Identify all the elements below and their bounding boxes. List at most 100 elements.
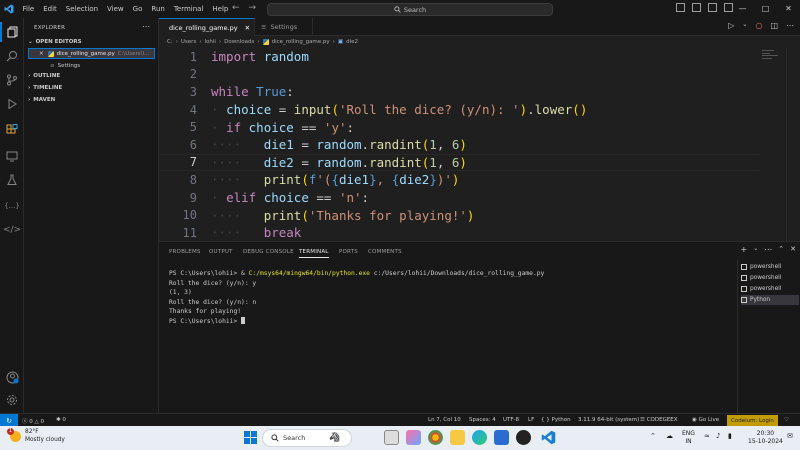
timeline-section[interactable]: › TIMELINE bbox=[28, 85, 62, 91]
menu-file[interactable]: File bbox=[18, 5, 39, 13]
terminal-instance[interactable]: powershell bbox=[741, 273, 799, 283]
breadcrumb-users[interactable]: Users bbox=[181, 39, 196, 45]
command-search-box[interactable]: Search bbox=[267, 3, 553, 16]
more-editor-actions-icon[interactable]: ⋯ bbox=[786, 21, 794, 30]
explorer-icon[interactable] bbox=[0, 22, 24, 42]
indentation-status[interactable]: Spaces: 4 bbox=[469, 417, 496, 423]
more-panel-actions-icon[interactable]: ⋯ bbox=[764, 245, 772, 254]
show-hidden-icons[interactable]: ⌃ bbox=[650, 432, 656, 441]
terminal-output[interactable]: PS C:\Users\lohii> & C:/msys64/mingw64/b… bbox=[169, 269, 544, 327]
clock[interactable]: 20:30 15-10-2024 bbox=[748, 430, 783, 445]
tab-ports[interactable]: PORTS bbox=[339, 249, 358, 255]
breadcrumb-user[interactable]: lohii bbox=[205, 39, 216, 45]
toggle-panel-icon[interactable] bbox=[692, 3, 701, 12]
problems-status[interactable]: ⓧ 0 △ 0 bbox=[22, 417, 44, 425]
code-icon[interactable]: </> bbox=[0, 220, 24, 240]
close-icon[interactable]: ✕ bbox=[777, 0, 800, 18]
file-explorer-icon[interactable] bbox=[450, 430, 465, 445]
edge-icon[interactable] bbox=[472, 430, 487, 445]
code-editor[interactable]: 1 import random 2 3 while True: 4 · choi… bbox=[159, 48, 800, 241]
run-dropdown-icon[interactable]: ⌄ bbox=[742, 21, 747, 30]
tab-settings[interactable]: ≡ Settings bbox=[255, 18, 313, 36]
language-indicator[interactable]: ENG IN bbox=[682, 430, 695, 445]
tab-problems[interactable]: PROBLEMS bbox=[169, 249, 201, 255]
encoding-status[interactable]: UTF-8 bbox=[503, 417, 519, 423]
vscode-taskbar-icon[interactable] bbox=[541, 430, 556, 445]
breadcrumb-file[interactable]: dice_rolling_game.py bbox=[272, 39, 330, 45]
tab-comments[interactable]: COMMENTS bbox=[368, 249, 402, 255]
taskbar-search[interactable]: Search 🦓 bbox=[262, 429, 352, 447]
chrome-icon[interactable] bbox=[428, 430, 443, 445]
maximize-panel-icon[interactable]: ⌃ bbox=[778, 245, 784, 254]
remote-explorer-icon[interactable] bbox=[0, 146, 24, 166]
volume-icon[interactable]: ♪ bbox=[716, 432, 720, 441]
tab-output[interactable]: OUTPUT bbox=[209, 249, 233, 255]
menu-view[interactable]: View bbox=[103, 5, 129, 13]
menu-selection[interactable]: Selection bbox=[61, 5, 102, 13]
close-editor-icon[interactable]: ✕ bbox=[39, 51, 44, 57]
forward-arrow-icon[interactable]: → bbox=[249, 3, 257, 13]
tab-terminal[interactable]: TERMINAL bbox=[299, 249, 329, 258]
run-debug-icon[interactable] bbox=[0, 94, 24, 114]
breadcrumb-drive[interactable]: C: bbox=[167, 39, 173, 45]
search-view-icon[interactable] bbox=[0, 46, 24, 66]
close-tab-icon[interactable]: ✕ bbox=[245, 24, 250, 32]
minimap[interactable] bbox=[762, 50, 780, 64]
open-editor-settings[interactable]: ≡ Settings bbox=[28, 60, 155, 71]
tab-dice-rolling-game[interactable]: dice_rolling_game.py ✕ bbox=[159, 18, 255, 36]
minimize-icon[interactable]: — bbox=[731, 0, 754, 18]
toggle-secondary-sidebar-icon[interactable] bbox=[708, 3, 717, 12]
json-icon[interactable]: {...} bbox=[0, 196, 24, 216]
weather-widget[interactable]: 1 82°F Mostly cloudy bbox=[7, 428, 65, 444]
cloud-icon[interactable]: ☁ bbox=[666, 432, 673, 441]
go-live-button[interactable]: ◉ Go Live bbox=[692, 417, 719, 423]
eol-status[interactable]: LF bbox=[528, 417, 534, 423]
menu-edit[interactable]: Edit bbox=[39, 5, 62, 13]
terminal-dropdown-icon[interactable]: ⌄ bbox=[753, 245, 758, 254]
menu-terminal[interactable]: Terminal bbox=[169, 5, 208, 13]
back-arrow-icon[interactable]: ← bbox=[232, 3, 240, 13]
language-mode[interactable]: { } Python bbox=[541, 417, 571, 423]
codegeex-status[interactable]: ☰ CODEGEEX bbox=[640, 417, 678, 423]
manage-gear-icon[interactable] bbox=[0, 390, 24, 410]
accounts-icon[interactable] bbox=[0, 367, 24, 387]
store-icon[interactable] bbox=[494, 430, 509, 445]
close-panel-icon[interactable]: ✕ bbox=[790, 245, 796, 254]
extensions-icon[interactable] bbox=[0, 120, 24, 140]
split-editor-icon[interactable]: ◫ bbox=[770, 21, 778, 30]
maximize-icon[interactable]: □ bbox=[754, 0, 777, 18]
terminal-instance[interactable]: powershell bbox=[741, 262, 799, 272]
terminal-instance-selected[interactable]: Python bbox=[741, 295, 799, 305]
task-view-icon[interactable] bbox=[384, 430, 399, 445]
tab-debug-console[interactable]: DEBUG CONSOLE bbox=[243, 249, 294, 255]
new-terminal-icon[interactable]: + bbox=[741, 245, 748, 254]
open-editors-section[interactable]: ⌄ OPEN EDITORS bbox=[28, 39, 82, 45]
copilot-icon[interactable] bbox=[406, 430, 421, 445]
editor-scrollbar[interactable] bbox=[786, 48, 800, 241]
notification-center-icon[interactable]: ✉ bbox=[787, 432, 793, 441]
codeium-login-button[interactable]: Codeium: Login bbox=[727, 415, 778, 426]
menu-help[interactable]: Help bbox=[208, 5, 233, 13]
start-button-icon[interactable] bbox=[244, 431, 257, 444]
battery-icon[interactable]: ▮ bbox=[728, 432, 732, 441]
open-editor-dice-file[interactable]: ✕ dice_rolling_game.py C:\Users\l... bbox=[28, 48, 155, 59]
python-interpreter[interactable]: 3.11.9 64-bit (system) bbox=[578, 417, 639, 423]
notifications-bell-icon[interactable]: ♡ bbox=[784, 417, 789, 423]
cursor-position[interactable]: Ln 7, Col 10 bbox=[428, 417, 461, 423]
maven-section[interactable]: › MAVEN bbox=[28, 97, 55, 103]
dell-icon[interactable] bbox=[516, 430, 531, 445]
more-actions-icon[interactable]: ⋯ bbox=[142, 22, 150, 31]
run-file-icon[interactable]: ▷ bbox=[728, 21, 734, 30]
outline-section[interactable]: › OUTLINE bbox=[28, 73, 60, 79]
breadcrumb-downloads[interactable]: Downloads bbox=[224, 39, 254, 45]
menu-go[interactable]: Go bbox=[128, 5, 147, 13]
terminal-instance[interactable]: powershell bbox=[741, 284, 799, 294]
open-changes-icon[interactable]: ○ bbox=[755, 21, 762, 30]
testing-icon[interactable] bbox=[0, 170, 24, 190]
toggle-sidebar-icon[interactable] bbox=[676, 3, 685, 12]
menu-run[interactable]: Run bbox=[147, 5, 169, 13]
wifi-icon[interactable]: ≈ bbox=[704, 432, 710, 441]
breadcrumb-symbol[interactable]: die2 bbox=[346, 39, 358, 45]
ports-status[interactable]: ✱ 0 bbox=[56, 417, 66, 423]
source-control-icon[interactable] bbox=[0, 70, 24, 90]
